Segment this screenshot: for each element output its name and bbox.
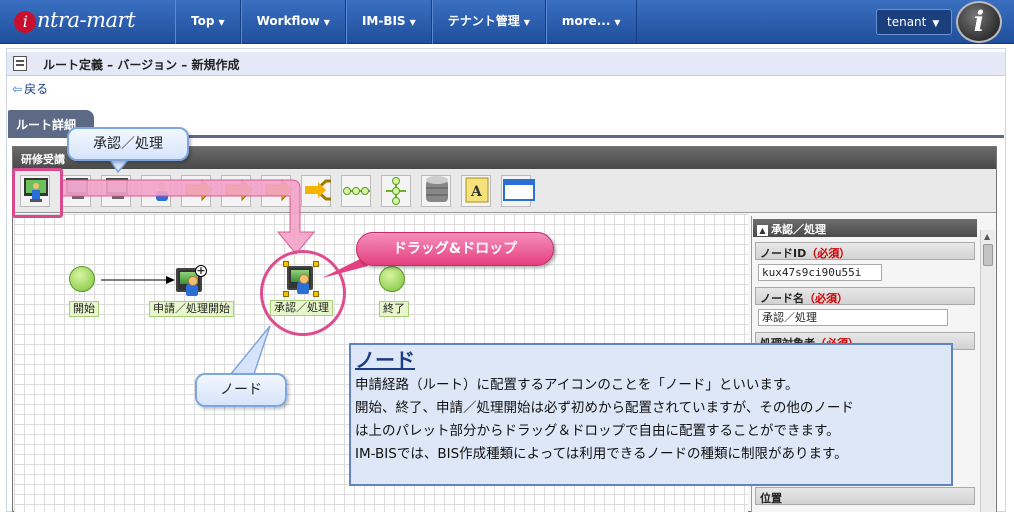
palette-database-node[interactable] (421, 175, 451, 207)
scrollbar-thumb[interactable] (983, 244, 993, 266)
node-id-label: ノードID（必須） (755, 242, 975, 260)
palette-item-4[interactable] (141, 175, 171, 207)
intra-mart-logo[interactable]: i ntra-mart (14, 8, 164, 36)
nav-more[interactable]: more... ▼ (545, 0, 637, 44)
chevron-down-icon: ▼ (218, 18, 225, 27)
collapse-icon[interactable]: ▲ (757, 225, 768, 236)
position-label-text: 位置 (760, 492, 782, 505)
logo-badge: i (14, 11, 36, 33)
properties-title-label: 承認／処理 (771, 223, 826, 236)
document-icon (13, 56, 27, 71)
palette-item-7[interactable] (261, 175, 291, 207)
nav-im-bis-label: IM-BIS (361, 14, 406, 28)
back-arrow-icon: ⇦ (12, 82, 23, 96)
chevron-down-icon: ▼ (932, 19, 940, 29)
palette-item-5[interactable] (181, 175, 211, 207)
logo-text: ntra-mart (37, 8, 136, 32)
palette-item-6[interactable] (221, 175, 251, 207)
node-highlight-ring (260, 250, 346, 336)
back-link[interactable]: ⇦ 戻る (12, 80, 48, 97)
palette-text-node[interactable] (461, 175, 491, 207)
nav-tenant-admin-label: テナント管理 (447, 14, 520, 28)
palette-item-3[interactable] (101, 175, 131, 207)
info-line: IM-BISでは、BIS作成種類によっては利用できるノードの種類に制限があります… (355, 446, 848, 462)
node-name-field[interactable]: 承認／処理 (758, 309, 948, 326)
node-callout-text: ノード (220, 382, 262, 398)
end-node-label: 終了 (379, 301, 409, 317)
drag-drop-callout-text: ドラッグ&ドロップ (392, 241, 518, 257)
start-node[interactable] (69, 266, 95, 292)
tenant-label: tenant (887, 15, 927, 29)
node-id-label-text: ノードID (760, 247, 807, 260)
node-id-field[interactable]: kux47s9ci90u55i (758, 264, 882, 281)
nav-tenant-admin[interactable]: テナント管理 ▼ (431, 0, 546, 44)
page-title: ルート定義 – バージョン – 新規作成 (43, 58, 240, 72)
nav-top[interactable]: Top ▼ (175, 0, 241, 44)
back-label: 戻る (24, 82, 49, 96)
palette-branch-node[interactable] (301, 175, 331, 207)
nav-workflow-label: Workflow (256, 14, 320, 28)
nav-top-label: Top (191, 14, 215, 28)
position-label: 位置 (755, 487, 975, 505)
nav-more-label: more... (561, 14, 611, 28)
page-title-bar: ルート定義 – バージョン – 新規作成 (7, 52, 1005, 76)
drag-drop-callout: ドラッグ&ドロップ (356, 232, 554, 266)
node-info-box: ノード 申請経路（ルート）に配置するアイコンのことを「ノード」といいます。 開始… (349, 343, 953, 486)
info-line: 申請経路（ルート）に配置するアイコンのことを「ノード」といいます。 (355, 377, 799, 393)
node-name-label: ノード名（必須） (755, 287, 975, 305)
designer-header-label: 研修受講 (21, 153, 65, 166)
palette-vertical-parallel-node[interactable] (381, 175, 411, 207)
palette-horizontal-parallel-node[interactable] (341, 175, 371, 207)
node-callout: ノード (195, 373, 287, 407)
info-line: は上のパレット部分からドラッグ＆ドロップで自由に配置することができます。 (355, 423, 840, 439)
main-menu: Top ▼ Workflow ▼ IM-BIS ▼ テナント管理 ▼ more... ▼ (175, 0, 637, 44)
apply-node-label: 申請／処理開始 (149, 301, 234, 317)
palette-callout-text: 承認／処理 (93, 136, 163, 152)
plus-icon: + (195, 264, 207, 277)
palette-callout: 承認／処理 (67, 127, 189, 161)
nav-im-bis[interactable]: IM-BIS ▼ (345, 0, 432, 44)
top-navigation-bar: i ntra-mart Top ▼ Workflow ▼ IM-BIS ▼ テナント管理… (0, 0, 1014, 44)
info-line: 開始、終了、申請／処理開始は必ず初めから配置されていますが、その他のノード (355, 400, 854, 416)
user-badge-letter: i (973, 5, 985, 38)
end-node[interactable] (379, 266, 405, 292)
chevron-down-icon: ▼ (523, 18, 530, 27)
palette-item-2[interactable] (61, 175, 91, 207)
info-title: ノード (355, 348, 415, 372)
start-node-label: 開始 (69, 301, 99, 317)
person-icon (186, 276, 198, 296)
node-name-label-text: ノード名 (760, 292, 804, 305)
required-marker: （必須） (804, 292, 848, 305)
properties-title: ▲ 承認／処理 (753, 219, 977, 237)
nav-workflow[interactable]: Workflow ▼ (240, 0, 346, 44)
tab-route-detail-label: ルート詳細 (16, 118, 77, 132)
required-marker: （必須） (806, 247, 851, 260)
chevron-down-icon: ▼ (614, 18, 621, 27)
tenant-dropdown[interactable]: tenant ▼ (876, 9, 952, 35)
palette-window-node[interactable] (501, 175, 531, 207)
chevron-down-icon: ▼ (323, 18, 330, 27)
scroll-up-icon[interactable]: ▲ (984, 232, 990, 241)
palette-highlight (12, 168, 63, 218)
properties-scrollbar[interactable]: ▲ (980, 230, 995, 512)
user-menu-icon[interactable]: i (956, 1, 1002, 43)
chevron-down-icon: ▼ (409, 18, 416, 27)
